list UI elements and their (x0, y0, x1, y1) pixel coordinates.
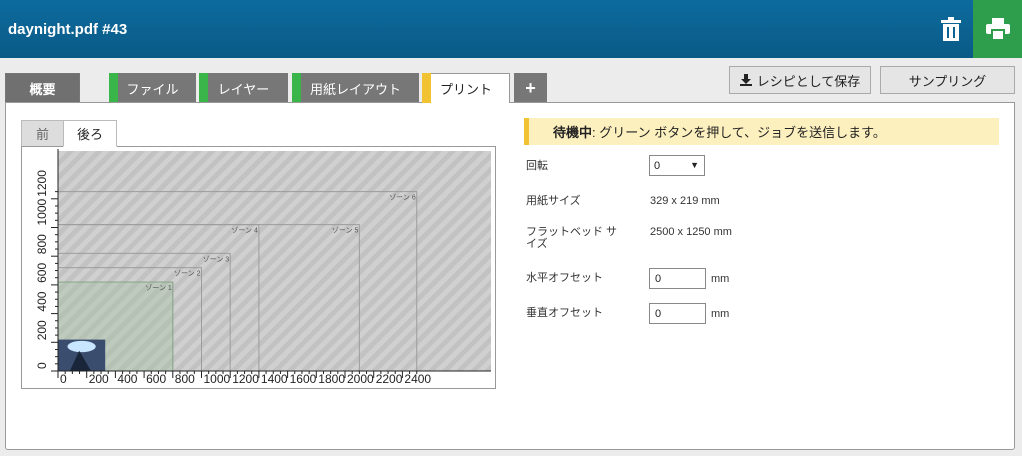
save-recipe-button[interactable]: レシピとして保存 (729, 66, 871, 94)
top-bar: daynight.pdf #43 (0, 0, 1022, 58)
status-message: : グリーン ボタンを押して、ジョブを送信します。 (592, 125, 886, 140)
status-state: 待機中 (553, 125, 593, 140)
y-tick-label: 600 (35, 263, 49, 283)
add-tab-button[interactable]: + (514, 73, 547, 102)
y-tick-label: 1000 (35, 198, 49, 225)
rotation-value: 0 (654, 159, 661, 172)
zone-label: ゾーン 6 (389, 194, 416, 202)
x-tick-label: 2400 (404, 372, 431, 386)
caret-down-icon: ▼ (690, 160, 699, 170)
tab-print[interactable]: プリント (422, 73, 510, 103)
x-tick-label: 600 (146, 372, 166, 386)
flatbed-size-value: 2500 x 1250 mm (650, 226, 732, 238)
trash-icon (941, 17, 961, 41)
tab-overview[interactable]: 概要 (5, 73, 80, 102)
delete-button[interactable] (930, 0, 972, 58)
zone-label: ゾーン 3 (203, 255, 230, 263)
x-tick-label: 200 (89, 372, 109, 386)
h-offset-label: 水平オフセット (526, 272, 603, 284)
y-tick-label: 400 (35, 291, 49, 311)
y-tick-label: 1200 (35, 170, 49, 197)
x-tick-label: 0 (60, 372, 67, 386)
x-tick-label: 2200 (376, 372, 403, 386)
status-banner: 待機中: グリーン ボタンを押して、ジョブを送信します。 (524, 118, 999, 145)
front-tab[interactable]: 前 (21, 120, 64, 147)
flatbed-chart: ゾーン 1ゾーン 2ゾーン 3 ゾーン 4 ゾーン 5 ゾーン 6 0 200 400 600… (35, 149, 491, 386)
flatbed-size-label: フラットベッド サイズ (526, 226, 618, 250)
rotation-select[interactable]: 0 ▼ (649, 155, 705, 176)
tab-paper-layout[interactable]: 用紙レイアウト (292, 73, 419, 102)
save-recipe-label: レシピとして保存 (756, 73, 861, 89)
h-offset-unit: mm (711, 273, 730, 285)
x-tick-label: 1200 (232, 372, 259, 386)
paper-size-label: 用紙サイズ (526, 195, 581, 207)
tab-file[interactable]: ファイル (109, 73, 196, 102)
sampling-button[interactable]: サンプリング (880, 66, 1015, 94)
paper-thumbnail-light (67, 340, 96, 353)
document-title: daynight.pdf #43 (8, 21, 128, 38)
flatbed-preview: ゾーン 1 ゾーン 2 ゾーン 3 ゾーン 4 ゾーン 5 ゾーン 6 0 200 400 600… (21, 146, 496, 389)
print-button[interactable] (973, 0, 1022, 58)
tab-layer[interactable]: レイヤー (199, 73, 288, 102)
zone-label: ゾーン 5 (332, 227, 359, 235)
rotation-label: 回転 (526, 160, 548, 172)
x-tick-label: 1000 (204, 372, 231, 386)
v-offset-input[interactable]: 0 (649, 303, 706, 324)
y-tick-label: 0 (35, 362, 49, 369)
y-tick-label: 800 (35, 234, 49, 254)
zone-label: ゾーン 2 (174, 270, 201, 278)
x-tick-label: 800 (175, 372, 195, 386)
printer-icon (985, 18, 1010, 40)
v-offset-unit: mm (711, 308, 730, 320)
v-offset-label: 垂直オフセット (526, 307, 603, 319)
zone-label: ゾーン 4 (231, 227, 258, 235)
download-icon (739, 74, 752, 86)
x-tick-label: 1800 (318, 372, 345, 386)
x-tick-label: 2000 (347, 372, 374, 386)
zone-label: ゾーン 1 (145, 284, 172, 292)
x-tick-label: 400 (117, 372, 137, 386)
y-tick-label: 200 (35, 320, 49, 340)
back-tab[interactable]: 後ろ (63, 120, 117, 147)
paper-size-value: 329 x 219 mm (650, 195, 720, 207)
h-offset-input[interactable]: 0 (649, 268, 706, 289)
x-tick-label: 1400 (261, 372, 288, 386)
x-tick-label: 1600 (290, 372, 317, 386)
